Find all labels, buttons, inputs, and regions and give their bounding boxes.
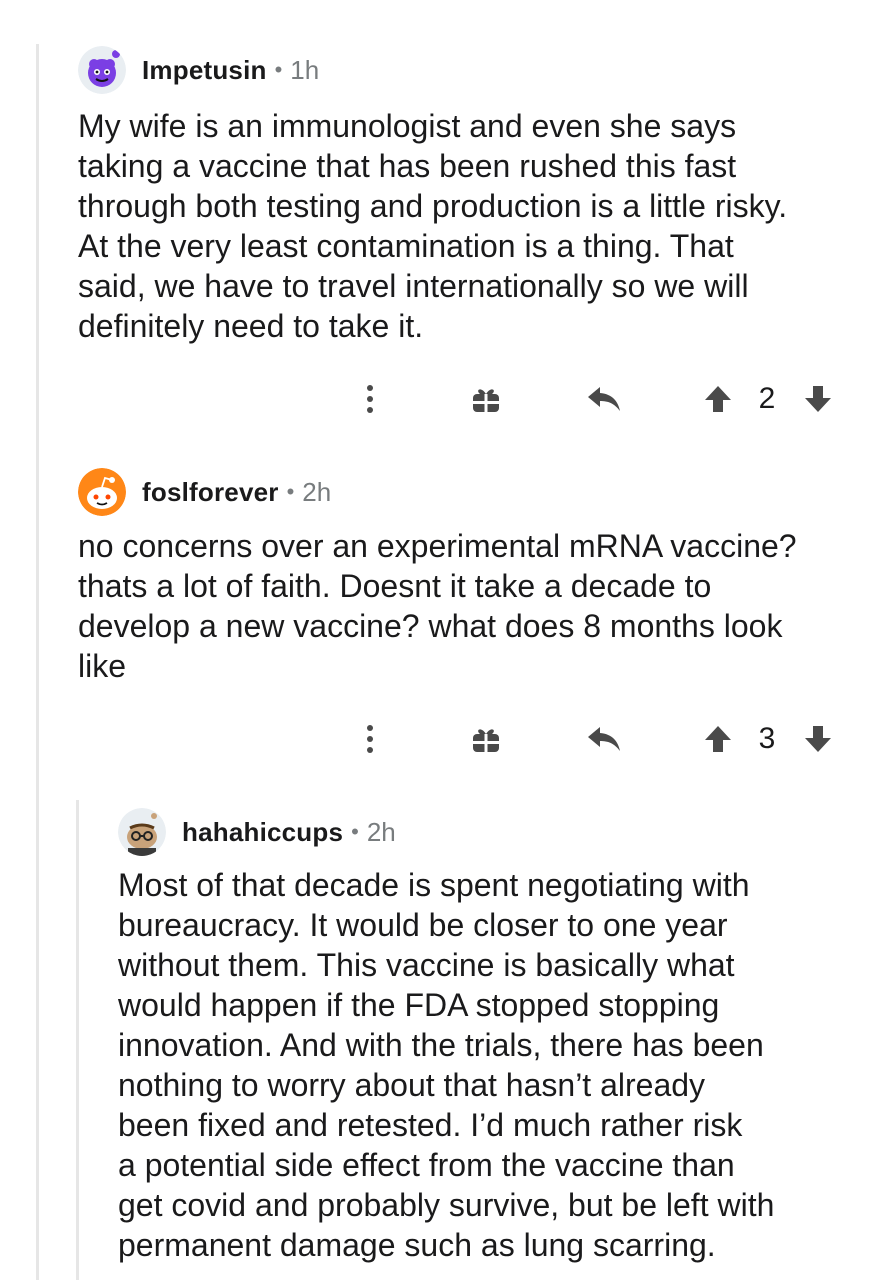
timestamp: 2h xyxy=(302,476,332,507)
vote-score: 3 xyxy=(758,722,776,755)
username[interactable]: hahahiccups xyxy=(182,817,343,848)
snoo-avatar-purple-icon[interactable] xyxy=(78,46,126,94)
upvote-arrow-icon[interactable] xyxy=(702,719,734,759)
comment-actions: 3 xyxy=(0,719,876,759)
comment-header: foslforever • 2h xyxy=(78,468,332,516)
vote-score: 2 xyxy=(758,382,776,415)
separator-dot: • xyxy=(351,819,359,844)
award-gift-icon[interactable] xyxy=(466,379,506,419)
comment-header: Impetusin • 1h xyxy=(78,46,320,94)
comment-body: My wife is an immunologist and even she … xyxy=(78,108,788,344)
reply-arrow-icon[interactable] xyxy=(582,379,626,419)
timestamp: 2h xyxy=(366,816,396,847)
upvote-arrow-icon[interactable] xyxy=(702,379,734,419)
username[interactable]: foslforever xyxy=(142,477,279,508)
comment-actions: 2 xyxy=(0,379,876,419)
snoo-avatar-orange-icon[interactable] xyxy=(78,468,126,516)
username[interactable]: Impetusin xyxy=(142,55,267,86)
downvote-arrow-icon[interactable] xyxy=(802,379,834,419)
more-options-icon[interactable] xyxy=(352,719,388,759)
separator-dot: • xyxy=(274,57,283,82)
downvote-arrow-icon[interactable] xyxy=(802,719,834,759)
snoo-avatar-glasses-icon[interactable] xyxy=(118,808,166,856)
comment-body: Most of that decade is spent negotiating… xyxy=(118,867,775,1263)
comment-body: no concerns over an experimental mRNA va… xyxy=(78,528,797,684)
timestamp: 1h xyxy=(290,54,320,85)
thread-line-reply xyxy=(76,800,79,1280)
comment-header: hahahiccups • 2h xyxy=(118,808,396,856)
thread-line-root xyxy=(36,44,39,1280)
award-gift-icon[interactable] xyxy=(466,719,506,759)
more-options-icon[interactable] xyxy=(352,379,388,419)
separator-dot: • xyxy=(286,479,295,504)
reply-arrow-icon[interactable] xyxy=(582,719,626,759)
